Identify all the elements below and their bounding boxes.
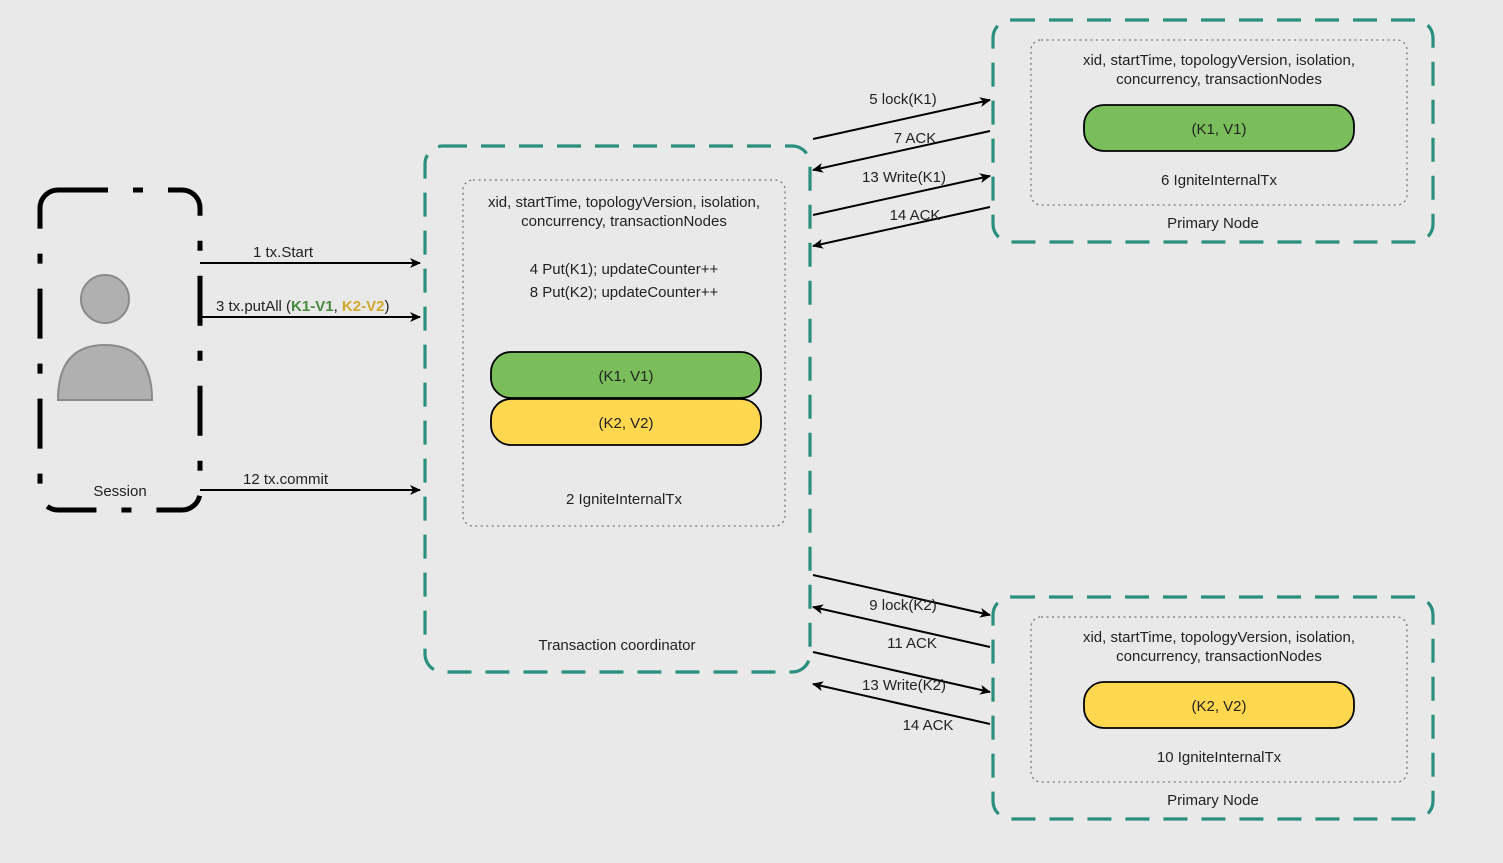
diagram-canvas: Session xid, startTime, topologyVersion,…: [0, 0, 1503, 863]
pn2-internal: 10 IgniteInternalTx: [1157, 749, 1282, 766]
pn1-header-1: xid, startTime, topologyVersion, isolati…: [1083, 52, 1355, 69]
pn1-kv: (K1, V1): [1191, 121, 1246, 138]
label-tx-start: 1 tx.Start: [253, 244, 314, 261]
label-ack14b: 14 ACK: [903, 717, 954, 734]
coord-header-2: concurrency, transactionNodes: [521, 213, 727, 230]
label-ack7: 7 ACK: [894, 130, 937, 147]
coord-put2: 8 Put(K2); updateCounter++: [530, 284, 719, 301]
label-lock-k1: 5 lock(K1): [869, 91, 937, 108]
label-ack14a: 14 ACK: [890, 207, 941, 224]
label-write-k1: 13 Write(K1): [862, 169, 946, 186]
pn2-title: Primary Node: [1167, 792, 1259, 809]
coord-header-1: xid, startTime, topologyVersion, isolati…: [488, 194, 760, 211]
label-lock-k2: 9 lock(K2): [869, 597, 937, 614]
pn2-kv: (K2, V2): [1191, 698, 1246, 715]
pn2-header-1: xid, startTime, topologyVersion, isolati…: [1083, 629, 1355, 646]
coord-internal: 2 IgniteInternalTx: [566, 491, 682, 508]
label-tx-commit: 12 tx.commit: [243, 471, 329, 488]
pn1-header-2: concurrency, transactionNodes: [1116, 71, 1322, 88]
pn1-title: Primary Node: [1167, 215, 1259, 232]
label-ack11: 11 ACK: [887, 635, 937, 652]
pn2-header-2: concurrency, transactionNodes: [1116, 648, 1322, 665]
label-write-k2: 13 Write(K2): [862, 677, 946, 694]
pn1-internal: 6 IgniteInternalTx: [1161, 172, 1277, 189]
coord-kv1: (K1, V1): [598, 368, 653, 385]
label-tx-putall: 3 tx.putAll (K1-V1, K2-V2): [216, 298, 389, 315]
coord-put1: 4 Put(K1); updateCounter++: [530, 261, 719, 278]
coord-kv2: (K2, V2): [598, 415, 653, 432]
session-label: Session: [93, 483, 146, 500]
coord-title: Transaction coordinator: [538, 637, 695, 654]
